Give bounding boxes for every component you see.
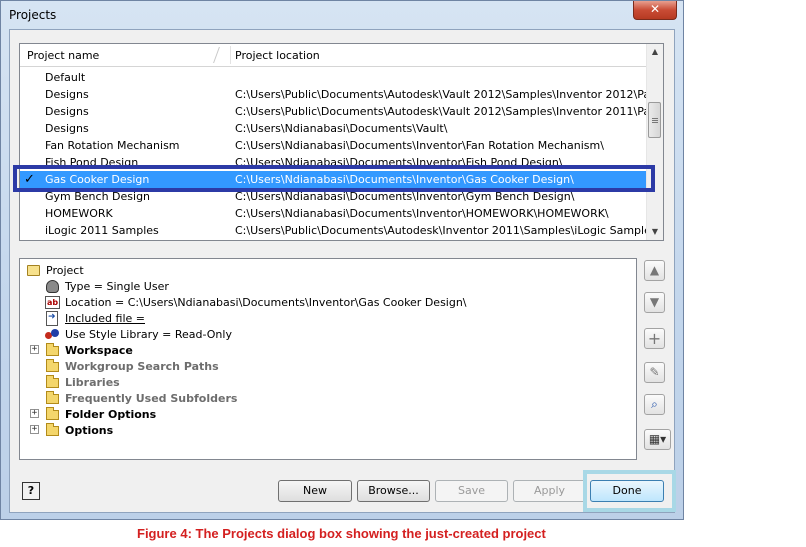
list-scrollbar[interactable]: ▲ ▼ [646, 44, 663, 240]
browse-button[interactable]: Browse... [357, 480, 430, 502]
down-arrow-icon: ▼ [649, 295, 660, 309]
project-row[interactable]: Designs C:\Users\Public\Documents\Autodes… [20, 103, 663, 120]
text-field-icon: ab [45, 295, 60, 309]
project-name: Designs [45, 122, 89, 135]
close-button[interactable]: ✕ [633, 1, 677, 20]
file-link-icon [45, 310, 61, 326]
tree-item-libraries[interactable]: Libraries [45, 374, 120, 390]
project-location: C:\Users\Ndianabasi\Documents\Inventor\F… [235, 139, 604, 152]
tree-item-label: Workspace [65, 343, 133, 357]
tree-item-frequently-used-subfolders[interactable]: Frequently Used Subfolders [45, 390, 237, 406]
edit-icon: ✎ [649, 365, 660, 379]
project-location: C:\Users\Ndianabasi\Documents\Vault\ [235, 122, 448, 135]
expand-options-icon[interactable]: + [30, 425, 39, 434]
tree-item-label: Frequently Used Subfolders [65, 391, 238, 405]
project-row[interactable]: HOMEWORK C:\Users\Ndianabasi\Documents\In… [20, 205, 648, 222]
project-settings-tree[interactable]: Project Type = Single User ab Location =… [19, 258, 637, 460]
project-name: Default [45, 71, 86, 84]
tree-item-options[interactable]: Options [45, 422, 113, 438]
project-location: C:\Users\Public\Documents\Autodesk\Vault… [235, 88, 664, 101]
project-name: Fan Rotation Mechanism [45, 139, 180, 152]
tree-item-workgroup-search-paths[interactable]: Workgroup Search Paths [45, 358, 219, 374]
scroll-thumb[interactable] [648, 102, 661, 138]
column-divider-line [230, 46, 231, 64]
options-icon: ▦▾ [648, 432, 667, 446]
done-button[interactable]: Done [590, 480, 664, 502]
project-name: Designs [45, 105, 89, 118]
project-row[interactable]: Designs C:\Users\Ndianabasi\Documents\Vau… [20, 120, 648, 137]
style-library-icon [45, 327, 61, 342]
tree-root-label: Project [46, 263, 84, 277]
folder-icon [45, 342, 61, 358]
tree-item-label: Workgroup Search Paths [65, 359, 219, 373]
up-arrow-icon: ▲ [649, 263, 660, 277]
project-row[interactable]: iLogic 2011 Samples C:\Users\Public\Docum… [20, 222, 660, 239]
folder-icon [45, 406, 61, 422]
annotation-highlight-box [13, 165, 655, 192]
column-divider[interactable] [213, 47, 220, 63]
scroll-up-arrow-icon[interactable]: ▲ [647, 44, 663, 60]
folder-icon [45, 374, 61, 390]
project-list[interactable]: Project name Project location Default De… [19, 43, 664, 241]
edit-button[interactable]: ✎ [644, 362, 665, 383]
tree-item-label: Location = C:\Users\Ndianabasi\Documents… [65, 295, 467, 309]
tree-item-label: Libraries [65, 375, 120, 389]
project-name: iLogic 2011 Samples [45, 224, 159, 237]
tree-item-label: Type = Single User [65, 279, 169, 293]
tree-item-type[interactable]: Type = Single User [45, 278, 169, 294]
user-type-icon [45, 279, 61, 294]
expand-workspace-icon[interactable]: + [30, 345, 39, 354]
move-up-button[interactable]: ▲ [644, 260, 665, 281]
project-location: C:\Users\Ndianabasi\Documents\Inventor\H… [235, 207, 609, 220]
expand-folder-options-icon[interactable]: + [30, 409, 39, 418]
tree-item-label: Use Style Library = Read-Only [65, 327, 232, 341]
tree-item-label: Options [65, 423, 114, 437]
new-button[interactable]: New [278, 480, 352, 502]
folder-icon [45, 358, 61, 374]
project-location: C:\Users\Public\Documents\Autodesk\Vault… [235, 105, 664, 118]
tree-root-project[interactable]: Project [26, 262, 84, 278]
title-bar: Projects ✕ [1, 1, 683, 29]
project-name: Designs [45, 88, 89, 101]
save-button[interactable]: Save [435, 480, 508, 502]
tree-item-label: Included file = [65, 311, 145, 325]
tree-item-folder-options[interactable]: Folder Options [45, 406, 156, 422]
apply-button[interactable]: Apply [513, 480, 586, 502]
tree-item-included-file[interactable]: Included file = [45, 310, 145, 326]
tree-item-label: Folder Options [65, 407, 157, 421]
project-row[interactable]: Default [20, 69, 648, 86]
list-header: Project name Project location [20, 44, 648, 67]
find-button[interactable]: ⌕ [644, 394, 665, 415]
move-down-button[interactable]: ▼ [644, 292, 665, 313]
help-button[interactable]: ? [22, 482, 40, 500]
options-dropdown-button[interactable]: ▦▾ [644, 429, 671, 450]
help-icon: ? [27, 484, 35, 497]
add-path-button[interactable]: + [644, 328, 665, 349]
column-header-project-name[interactable]: Project name [27, 49, 99, 62]
tree-item-style-library[interactable]: Use Style Library = Read-Only [45, 326, 232, 342]
project-name: HOMEWORK [45, 207, 113, 220]
project-row[interactable]: Fan Rotation Mechanism C:\Users\Ndianabas… [20, 137, 648, 154]
folder-icon [45, 390, 61, 406]
window-title: Projects [9, 8, 57, 22]
scroll-down-arrow-icon[interactable]: ▼ [647, 224, 663, 240]
column-header-project-location[interactable]: Project location [235, 49, 320, 62]
close-icon: ✕ [649, 2, 661, 16]
find-icon: ⌕ [651, 397, 658, 411]
folder-icon [45, 422, 61, 438]
open-folder-icon [26, 263, 42, 278]
project-row[interactable]: Designs C:\Users\Public\Documents\Autodes… [20, 86, 663, 103]
figure-caption: Figure 4: The Projects dialog box showin… [137, 526, 546, 541]
add-icon: + [647, 329, 662, 348]
project-location: C:\Users\Public\Documents\Autodesk\Inven… [235, 224, 661, 237]
tree-item-location[interactable]: ab Location = C:\Users\Ndianabasi\Docume… [45, 294, 467, 310]
tree-item-workspace[interactable]: Workspace [45, 342, 133, 358]
